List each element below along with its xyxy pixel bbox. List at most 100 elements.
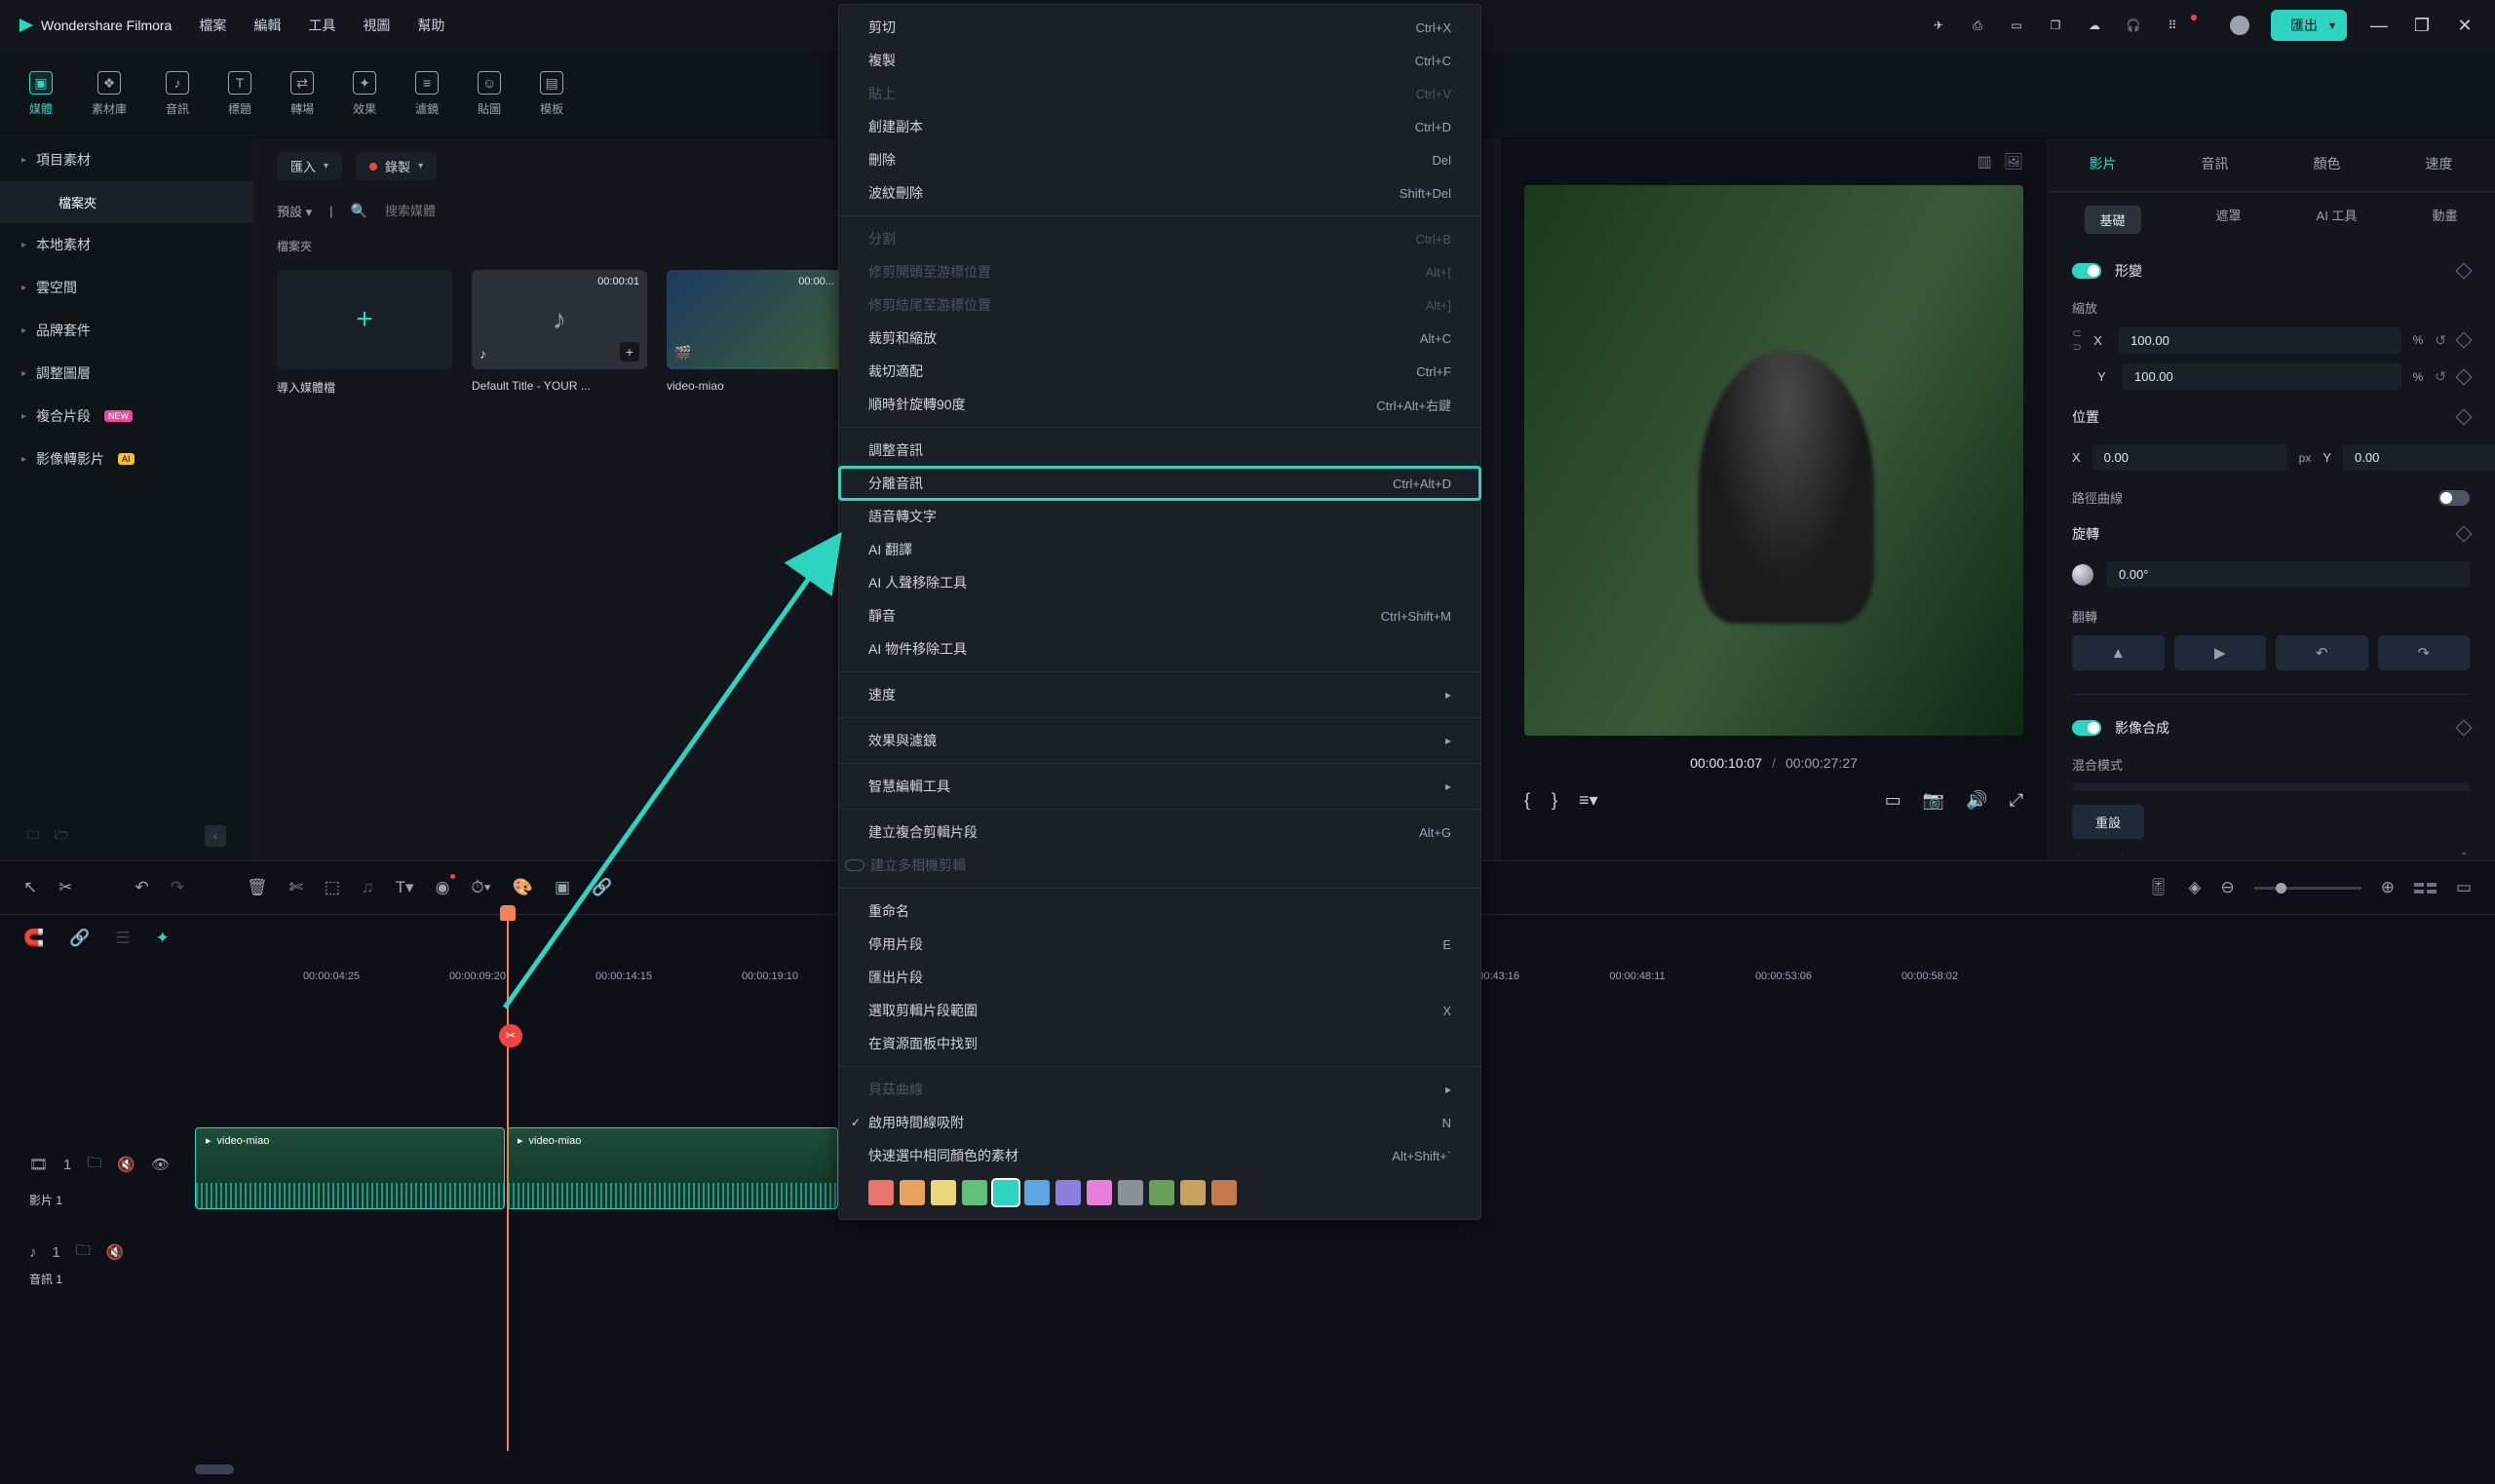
open-folder-icon[interactable]: 🗁: [55, 826, 69, 847]
lock-icon[interactable]: 👁: [151, 1156, 170, 1173]
music-tool-icon[interactable]: ♫: [362, 878, 374, 897]
mark-in-icon[interactable]: {: [1524, 790, 1530, 811]
zoom-out-icon[interactable]: ⊖: [2220, 878, 2234, 897]
add-to-timeline-button[interactable]: +: [620, 342, 639, 361]
menu-help[interactable]: 幫助: [417, 16, 444, 35]
ctx-reveal-in-panel[interactable]: 在資源面板中找到: [839, 1027, 1480, 1060]
avatar[interactable]: [2230, 16, 2249, 35]
sidebar-brandkit[interactable]: ▸品牌套件: [0, 309, 253, 352]
keyframe-icon[interactable]: [2456, 720, 2473, 737]
color-tool-icon[interactable]: 🎨: [513, 878, 533, 897]
new-folder-icon[interactable]: 🗀: [27, 826, 39, 847]
color-swatch[interactable]: [900, 1180, 925, 1205]
playhead[interactable]: [507, 915, 509, 1451]
export-button[interactable]: 匯出: [2271, 10, 2347, 41]
color-swatch[interactable]: [1211, 1180, 1237, 1205]
preview-viewport[interactable]: [1524, 185, 2023, 736]
ctx-ai-vocal-remove[interactable]: AI 人聲移除工具: [839, 566, 1480, 599]
ctx-disable-clip[interactable]: 停用片段E: [839, 928, 1480, 961]
subtab-basic[interactable]: 基礎: [2085, 206, 2141, 234]
rotate-cw-button[interactable]: ↷: [2378, 635, 2471, 670]
import-dropdown[interactable]: 匯入: [277, 152, 342, 180]
zoom-slider[interactable]: [2254, 887, 2361, 890]
color-swatch[interactable]: [931, 1180, 956, 1205]
maximize-button[interactable]: ❐: [2411, 16, 2433, 36]
keyframe-icon[interactable]: [2456, 332, 2473, 349]
subtab-animation[interactable]: 動畫: [2432, 206, 2457, 234]
ctx-rotate90[interactable]: 順時針旋轉90度Ctrl+Alt+右鍵: [839, 388, 1480, 421]
ctx-select-same-color[interactable]: 快速選中相同顏色的素材Alt+Shift+`: [839, 1139, 1480, 1172]
ctx-speech-to-text[interactable]: 語音轉文字: [839, 500, 1480, 533]
ctx-fit[interactable]: 裁切適配Ctrl+F: [839, 355, 1480, 388]
collapse-sidebar-button[interactable]: ‹: [205, 825, 226, 847]
ctx-select-range[interactable]: 選取剪輯片段範圍X: [839, 994, 1480, 1027]
text-tool-icon[interactable]: T▾: [396, 878, 414, 897]
import-media-button[interactable]: +: [277, 270, 452, 369]
color-swatch[interactable]: [993, 1180, 1018, 1205]
snapshot-icon[interactable]: 📷: [1923, 790, 1944, 811]
delete-icon[interactable]: 🗑: [247, 878, 268, 897]
keyframe-icon[interactable]: [2456, 526, 2473, 543]
crop-icon[interactable]: ⬚: [325, 878, 340, 897]
color-swatch[interactable]: [962, 1180, 987, 1205]
sidebar-compound[interactable]: ▸複合片段NEW: [0, 395, 253, 438]
volume-icon[interactable]: 🔊: [1966, 790, 1987, 811]
mute-icon[interactable]: 🔇: [106, 1243, 125, 1261]
link-icon[interactable]: ⊂⊃: [2072, 326, 2082, 354]
sidebar-project-media[interactable]: ▸項目素材: [0, 138, 253, 181]
cut-icon[interactable]: ✄: [289, 878, 303, 897]
menu-edit[interactable]: 編輯: [253, 16, 281, 35]
reset-icon[interactable]: ↺: [2435, 332, 2446, 349]
menu-file[interactable]: 檔案: [199, 16, 226, 35]
redo-icon[interactable]: ↷: [171, 878, 184, 897]
scale-x-input[interactable]: [2119, 327, 2401, 354]
ctx-copy[interactable]: 複製Ctrl+C: [839, 44, 1480, 77]
speed-icon[interactable]: ⏱▾: [471, 878, 490, 897]
tab-color[interactable]: 顏色: [2314, 154, 2341, 173]
keyframe-icon[interactable]: [2456, 409, 2473, 426]
layout-toggle-icon[interactable]: ▥: [1977, 152, 1992, 171]
subtab-ai[interactable]: AI 工具: [2317, 206, 2358, 234]
headset-icon[interactable]: 🎧: [2125, 17, 2142, 34]
keyframe-icon[interactable]: [2456, 368, 2473, 385]
menu-view[interactable]: 視圖: [363, 16, 390, 35]
media-thumbnail[interactable]: 00:00:01 ♪ ♪ +: [472, 270, 647, 369]
send-icon[interactable]: ✈: [1930, 17, 1947, 34]
ctx-rename[interactable]: 重命名: [839, 894, 1480, 928]
marker-add-icon[interactable]: ✦: [156, 929, 170, 948]
ctx-speed[interactable]: 速度▸: [839, 678, 1480, 711]
pos-y-input[interactable]: [2343, 444, 2495, 471]
ctx-ai-translate[interactable]: AI 翻譯: [839, 533, 1480, 566]
timeline-clip[interactable]: ▸video-miao: [195, 1127, 505, 1209]
tab-speed[interactable]: 速度: [2426, 154, 2453, 173]
timeline-scrollbar[interactable]: [195, 1463, 2300, 1476]
ctx-effects-filters[interactable]: 效果與濾鏡▸: [839, 724, 1480, 757]
timeline-clip[interactable]: ▸video-miao: [507, 1127, 838, 1209]
sidebar-cloud[interactable]: ▸雲空間: [0, 266, 253, 309]
flip-v-button[interactable]: ▶: [2174, 635, 2267, 670]
ctx-export-clip[interactable]: 匯出片段: [839, 961, 1480, 994]
split-marker-icon[interactable]: ✂: [499, 1024, 522, 1047]
color-swatch[interactable]: [1118, 1180, 1143, 1205]
sidebar-imagetovideo[interactable]: ▸影像轉影片AI: [0, 438, 253, 480]
blade-icon[interactable]: ✂: [58, 878, 72, 897]
ctx-delete[interactable]: 刪除Del: [839, 143, 1480, 176]
tool-effects[interactable]: ✦效果: [353, 71, 376, 117]
marker-list-icon[interactable]: ≡▾: [1579, 790, 1598, 811]
sidebar-folder[interactable]: 檔案夾: [0, 181, 253, 223]
scale-y-input[interactable]: [2123, 363, 2401, 390]
magnet-icon[interactable]: 🧲: [23, 929, 44, 948]
picture-toggle-icon[interactable]: 🖼: [2004, 152, 2023, 171]
tool-filters[interactable]: ≡濾鏡: [415, 71, 439, 117]
track-layout-icon[interactable]: [2414, 883, 2437, 894]
transform-toggle[interactable]: [2072, 263, 2101, 279]
ctx-duplicate[interactable]: 創建副本Ctrl+D: [839, 110, 1480, 143]
color-swatch[interactable]: [868, 1180, 894, 1205]
mixer-icon[interactable]: 🎚: [2148, 878, 2169, 897]
media-search-input[interactable]: [385, 204, 541, 218]
rotation-knob[interactable]: [2072, 564, 2093, 586]
tool-media[interactable]: ▣媒體: [29, 71, 53, 117]
color-swatch[interactable]: [1024, 1180, 1050, 1205]
marker-icon[interactable]: ◈: [2188, 878, 2201, 897]
tool-title[interactable]: T標題: [228, 71, 251, 117]
